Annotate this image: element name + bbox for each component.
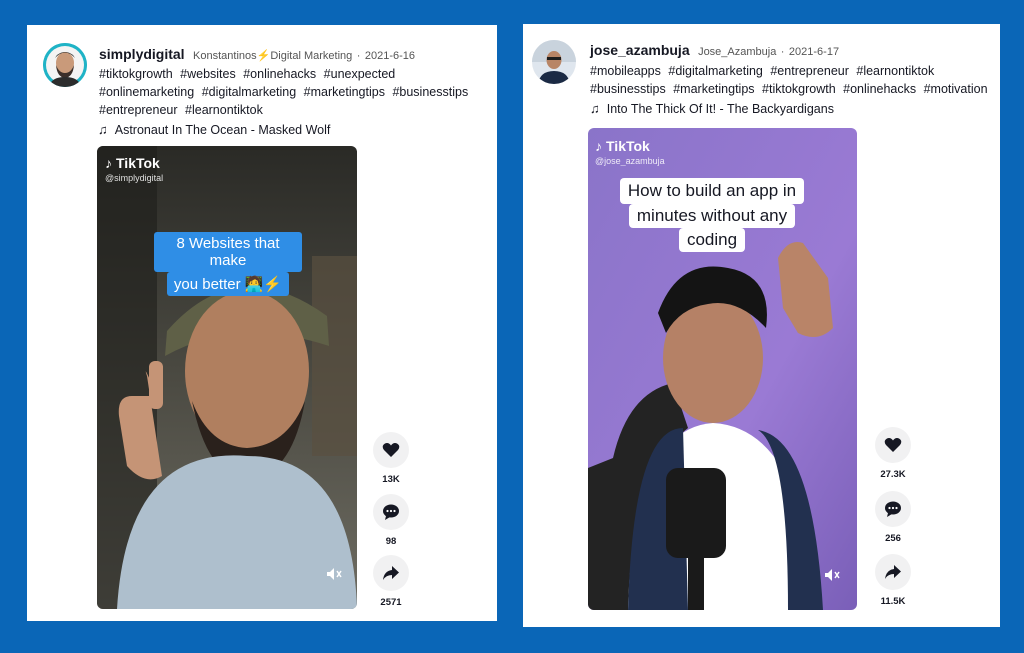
share-button[interactable]: 2571 [371,555,411,608]
display-name: Konstantinos [193,50,257,62]
like-button[interactable]: 13K [371,432,411,485]
hashtag-link[interactable]: #tiktokgrowth [762,82,836,96]
share-icon [383,566,399,580]
username[interactable]: jose_azambuja [590,42,690,58]
tiktok-logo-icon: ♪ [595,138,602,154]
comment-icon [885,501,901,517]
like-count: 13K [382,474,400,485]
music-note-icon: ♫ [98,122,108,137]
hashtag-link[interactable]: #learnontiktok [856,64,934,78]
lightning-badge-icon: ⚡ [256,50,271,62]
caption-line: coding [678,228,746,252]
heart-icon [382,443,400,457]
hashtag-link[interactable]: #marketingtips [673,82,754,96]
hashtag-link[interactable]: #onlinehacks [243,67,316,81]
hashtag-link[interactable]: #digitalmarketing [202,85,297,99]
display-name: Jose_Azambuja [698,46,777,58]
hashtag-list: #tiktokgrowth #websites #onlinehacks #un… [99,65,494,119]
mute-icon[interactable] [326,567,342,584]
mute-icon[interactable] [824,568,840,585]
share-count: 11.5K [880,596,906,607]
share-icon [885,565,901,579]
separator: · [356,50,361,62]
tiktok-logo-text: TikTok [606,138,650,154]
comment-count: 98 [385,536,397,547]
role-text: Digital Marketing [270,50,353,62]
hashtag-link[interactable]: #entrepreneur [99,103,178,117]
comment-button[interactable]: 256 [873,491,913,544]
hashtag-link[interactable]: #onlinemarketing [99,85,194,99]
username[interactable]: simplydigital [99,46,185,62]
hashtag-link[interactable]: #learnontiktok [185,103,263,117]
post-date: 2021-6-16 [364,50,415,62]
tiktok-watermark: ♪ TikTok @simplydigital [105,155,163,183]
caption-line: minutes without any [628,204,796,228]
watermark-handle: @jose_azambuja [595,156,665,166]
tiktok-watermark: ♪ TikTok @jose_azambuja [595,138,665,166]
music-note-icon: ♫ [590,101,600,116]
hashtag-link[interactable]: #businesstips [392,85,468,99]
post-card-jose-azambuja: jose_azambuja Jose_Azambuja · 2021-6-17 … [523,24,1000,627]
share-button[interactable]: 11.5K [873,554,913,607]
video-caption: How to build an app in minutes without a… [602,178,822,252]
hashtag-link[interactable]: #motivation [924,82,988,96]
caption-line: How to build an app in [619,178,805,204]
separator: · [780,46,785,58]
comment-icon [383,504,399,520]
music-title: Astronaut In The Ocean - Masked Wolf [114,123,331,137]
caption-line: 8 Websites that make [154,232,302,272]
hashtag-list: #mobileapps #digitalmarketing #entrepren… [590,62,995,98]
hashtag-link[interactable]: #websites [180,67,236,81]
hashtag-link[interactable]: #entrepreneur [770,64,849,78]
watermark-handle: @simplydigital [105,173,164,183]
like-button[interactable]: 27.3K [873,427,913,480]
hashtag-link[interactable]: #onlinehacks [843,82,916,96]
hashtag-link[interactable]: #businesstips [590,82,666,96]
hashtag-link[interactable]: #unexpected [324,67,396,81]
tiktok-logo-text: TikTok [116,155,160,171]
hashtag-link[interactable]: #marketingtips [304,85,385,99]
tiktok-logo-icon: ♪ [105,155,112,171]
hashtag-link[interactable]: #mobileapps [590,64,661,78]
heart-icon [884,438,902,452]
music-link[interactable]: ♫ Into The Thick Of It! - The Backyardiga… [590,101,834,116]
caption-line: you better 🧑‍💻⚡ [166,272,290,296]
avatar[interactable] [43,43,87,87]
like-count: 27.3K [880,469,906,480]
hashtag-link[interactable]: #tiktokgrowth [99,67,173,81]
share-count: 2571 [380,597,402,608]
avatar[interactable] [532,40,576,84]
video-player[interactable]: ♪ TikTok @jose_azambuja How to build an a… [588,128,857,610]
post-card-simplydigital: simplydigital Konstantinos⚡Digital Marke… [27,25,497,621]
music-link[interactable]: ♫ Astronaut In The Ocean - Masked Wolf [98,122,330,137]
hashtag-link[interactable]: #digitalmarketing [668,64,763,78]
comment-button[interactable]: 98 [371,494,411,547]
video-player[interactable]: ♪ TikTok @simplydigital 8 Websites that m… [97,146,357,609]
post-date: 2021-6-17 [788,46,840,58]
music-title: Into The Thick Of It! - The Backyardigan… [606,102,834,116]
video-caption: 8 Websites that make you better 🧑‍💻⚡ [154,232,302,296]
comment-count: 256 [885,533,901,544]
